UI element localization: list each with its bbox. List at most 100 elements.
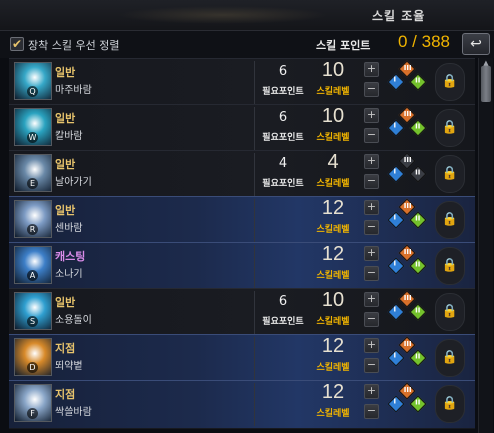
tripod-tier3-icon[interactable]: III [398, 198, 416, 216]
tripod-tier1-icon[interactable]: I [387, 119, 405, 137]
level-down-button[interactable]: − [364, 358, 379, 373]
tripod-group[interactable]: III I II [383, 152, 431, 195]
reset-button[interactable]: ↩ [462, 33, 490, 55]
tripod-tier1-icon[interactable]: I [387, 211, 405, 229]
lock-icon[interactable]: 🔒 [435, 109, 465, 147]
window-titlebar: 스킬 조율 [0, 0, 494, 31]
skill-name: 뙤약볕 [55, 361, 83, 372]
column-divider [254, 153, 255, 196]
level-up-button[interactable]: + [364, 384, 379, 399]
level-down-button[interactable]: − [364, 82, 379, 97]
tripod-group[interactable]: III I II [383, 106, 431, 149]
level-up-button[interactable]: + [364, 200, 379, 215]
tripod-tier2-icon[interactable]: II [409, 257, 427, 275]
tripod-tier1-label: I [393, 305, 397, 314]
skill-row[interactable]: E 일반 날아가기 4 필요포인트 4 스킬레벨 + − III I II 🔒 [9, 150, 475, 199]
scroll-thumb[interactable] [481, 66, 491, 102]
skill-row[interactable]: F 지점 싹쓸바람 12 스킬레벨 + − III I II 🔒 [9, 380, 475, 429]
skill-kind: 일반 [55, 158, 76, 171]
required-points-value: 6 [278, 294, 288, 309]
skill-icon[interactable]: S [14, 292, 52, 330]
skill-key: W [27, 132, 38, 143]
level-down-button[interactable]: − [364, 174, 379, 189]
level-down-button[interactable]: − [364, 128, 379, 143]
tripod-tier1-icon[interactable]: I [387, 395, 405, 413]
skill-row[interactable]: W 일반 칼바람 6 필요포인트 10 스킬레벨 + − III I II 🔒 [9, 104, 475, 153]
tripod-tier1-label: I [393, 75, 397, 84]
skill-kind: 지점 [55, 342, 76, 355]
tripod-group[interactable]: III I II [383, 336, 431, 379]
lock-icon[interactable]: 🔒 [435, 247, 465, 285]
lock-icon[interactable]: 🔒 [435, 293, 465, 331]
lock-icon[interactable]: 🔒 [435, 385, 465, 423]
level-down-button[interactable]: − [364, 404, 379, 419]
skill-level-value: 10 [321, 289, 345, 311]
skill-level-label: 스킬레벨 [316, 179, 350, 189]
skill-key: R [27, 224, 38, 235]
tripod-tier3-icon[interactable]: III [398, 106, 416, 124]
column-divider [254, 107, 255, 150]
tripod-tier3-icon[interactable]: III [398, 290, 416, 308]
tripod-tier2-icon[interactable]: II [409, 73, 427, 91]
tripod-tier1-icon[interactable]: I [387, 303, 405, 321]
tripod-tier2-icon[interactable]: II [409, 119, 427, 137]
skill-row[interactable]: S 일반 소용돌이 6 필요포인트 10 스킬레벨 + − III I II 🔒 [9, 288, 475, 337]
skill-row[interactable]: R 일반 센바람 12 스킬레벨 + − III I II 🔒 [9, 196, 475, 245]
skill-level-value: 12 [321, 243, 345, 265]
tripod-tier1-icon[interactable]: I [387, 73, 405, 91]
skill-key: D [27, 362, 38, 373]
skill-row[interactable]: A 캐스팅 소나기 12 스킬레벨 + − III I II 🔒 [9, 242, 475, 291]
tripod-tier2-icon[interactable]: II [409, 303, 427, 321]
tripod-group[interactable]: III I II [383, 382, 431, 425]
scrollbar[interactable]: ▲ [478, 58, 493, 433]
tripod-group[interactable]: III I II [383, 244, 431, 287]
tripod-tier3-label: III [403, 156, 412, 165]
tripod-tier1-icon[interactable]: I [387, 349, 405, 367]
level-up-button[interactable]: + [364, 108, 379, 123]
level-down-button[interactable]: − [364, 220, 379, 235]
skill-icon[interactable]: W [14, 108, 52, 146]
lock-icon[interactable]: 🔒 [435, 339, 465, 377]
lock-icon[interactable]: 🔒 [435, 201, 465, 239]
skill-kind: 캐스팅 [55, 250, 86, 263]
skill-icon[interactable]: Q [14, 62, 52, 100]
lock-icon[interactable]: 🔒 [435, 63, 465, 101]
skill-icon[interactable]: R [14, 200, 52, 238]
column-divider [254, 61, 255, 104]
tripod-tier3-icon[interactable]: III [398, 382, 416, 400]
level-down-button[interactable]: − [364, 312, 379, 327]
tripod-tier2-icon[interactable]: II [409, 349, 427, 367]
skill-row[interactable]: Q 일반 마주바람 6 필요포인트 10 스킬레벨 + − III I II 🔒 [9, 58, 475, 107]
tripod-tier2-icon[interactable]: II [409, 211, 427, 229]
skill-icon[interactable]: F [14, 384, 52, 422]
tripod-group[interactable]: III I II [383, 198, 431, 241]
title-decoration [118, 6, 328, 24]
tripod-tier1-icon[interactable]: I [387, 165, 405, 183]
tripod-tier3-icon[interactable]: III [398, 336, 416, 354]
tripod-tier2-icon[interactable]: II [409, 395, 427, 413]
skill-row[interactable]: D 지점 뙤약볕 12 스킬레벨 + − III I II 🔒 [9, 334, 475, 383]
tripod-tier1-icon[interactable]: I [387, 257, 405, 275]
skill-name: 소나기 [55, 269, 83, 280]
lock-icon[interactable]: 🔒 [435, 155, 465, 193]
level-up-button[interactable]: + [364, 338, 379, 353]
equip-priority-checkbox[interactable]: ✔ [10, 37, 24, 51]
skill-icon[interactable]: D [14, 338, 52, 376]
level-up-button[interactable]: + [364, 62, 379, 77]
level-up-button[interactable]: + [364, 292, 379, 307]
level-down-button[interactable]: − [364, 266, 379, 281]
tripod-group[interactable]: III I II [383, 290, 431, 333]
tripod-tier3-icon[interactable]: III [398, 244, 416, 262]
tripod-tier3-label: III [403, 294, 412, 303]
tripod-tier3-icon[interactable]: III [398, 60, 416, 78]
tripod-tier3-icon[interactable]: III [398, 152, 416, 170]
level-up-button[interactable]: + [364, 154, 379, 169]
skill-icon[interactable]: E [14, 154, 52, 192]
skill-level-value: 12 [321, 381, 345, 403]
tripod-group[interactable]: III I II [383, 60, 431, 103]
tripod-tier3-label: III [403, 248, 412, 257]
skill-name: 소용돌이 [55, 315, 92, 326]
tripod-tier2-icon[interactable]: II [409, 165, 427, 183]
level-up-button[interactable]: + [364, 246, 379, 261]
skill-icon[interactable]: A [14, 246, 52, 284]
